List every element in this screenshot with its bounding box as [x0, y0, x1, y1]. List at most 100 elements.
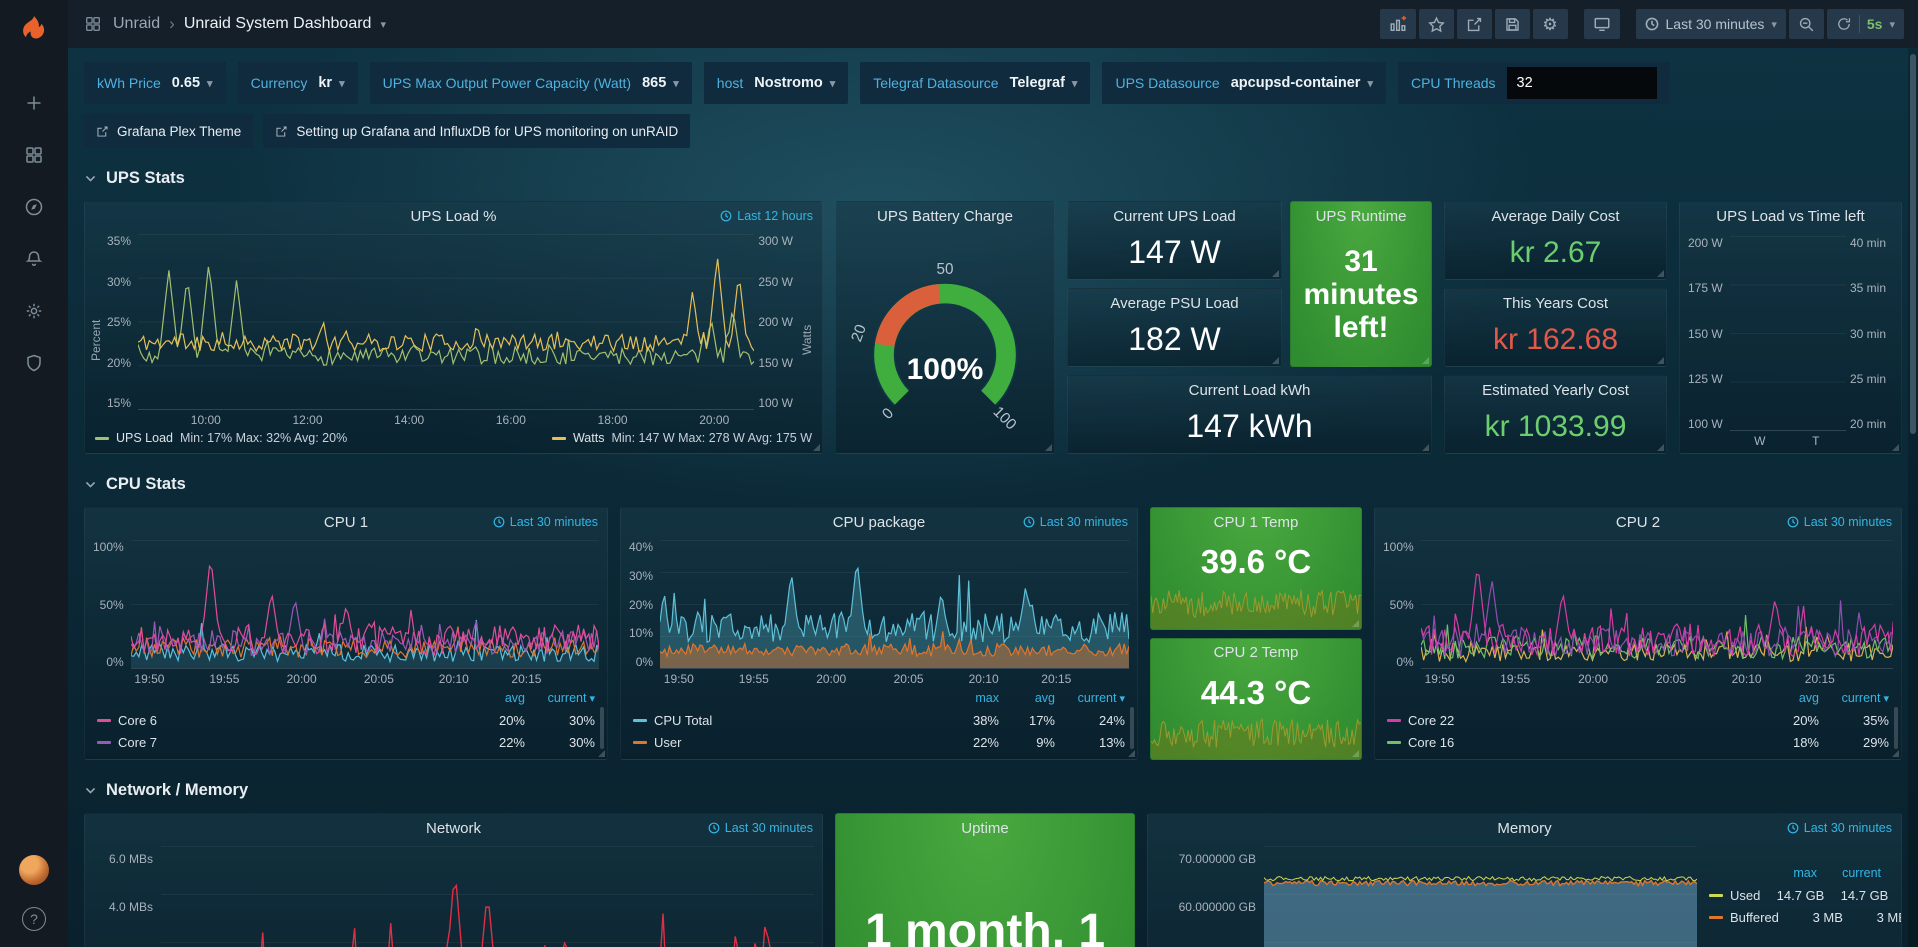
row-header-ups-stats[interactable]: UPS Stats [84, 163, 1902, 193]
create-plus-icon[interactable] [23, 92, 45, 114]
ups-load-chart[interactable] [138, 234, 754, 409]
legend-row[interactable]: Core 16 18% 29% [1387, 731, 1889, 753]
y-axis-left: 40% 30% 20% 10% 0% [625, 540, 660, 687]
panel-header[interactable]: UPS Battery Charge [836, 202, 1054, 230]
panel-header[interactable]: UPS Load % Last 12 hours [85, 202, 822, 230]
cpu1-chart[interactable] [131, 540, 599, 668]
panel-uptime: Uptime 1 month, 1 [835, 813, 1135, 947]
save-button[interactable] [1495, 9, 1530, 39]
ups-cost-cluster: Average Daily Cost kr 2.67 This Years Co… [1444, 201, 1667, 454]
y-axis-title-right: Watts [800, 234, 814, 428]
legend: max avg current▾ CPU Total 38% 17% 24% U… [621, 687, 1137, 759]
panel-header[interactable]: CPU 2 Last 30 minutes [1375, 508, 1901, 536]
panel-timerange-badge[interactable]: Last 12 hours [720, 209, 813, 223]
dashboards-icon[interactable] [23, 144, 45, 166]
variable-ups-datasource[interactable]: UPS Datasource apcupsd-container▾ [1102, 62, 1386, 104]
legend-item[interactable]: UPS Load Min: 17% Max: 32% Avg: 20% [95, 431, 347, 445]
panel-header[interactable]: UPS Load vs Time left [1680, 202, 1901, 230]
panel-timerange-badge[interactable]: Last 30 minutes [1023, 515, 1128, 529]
legend-col-avg[interactable]: avg [455, 691, 525, 705]
cycle-view-button[interactable] [1584, 9, 1620, 39]
legend-scrollbar[interactable] [1130, 707, 1134, 749]
save-icon [1504, 16, 1521, 33]
panel-header[interactable]: This Years Cost [1445, 289, 1666, 317]
page-scrollbar-thumb[interactable] [1910, 54, 1916, 434]
panel-header[interactable]: Uptime [836, 814, 1134, 842]
network-chart[interactable] [161, 846, 814, 947]
cpu-package-chart[interactable] [660, 540, 1129, 668]
row-header-cpu-stats[interactable]: CPU Stats [84, 469, 1902, 499]
variable-ups-max-output[interactable]: UPS Max Output Power Capacity (Watt) 865… [370, 62, 692, 104]
legend-row[interactable]: Used 14.7 GB 14.7 GB [1709, 884, 1881, 906]
refresh-button[interactable]: 5s ▾ [1827, 9, 1904, 39]
panel-header[interactable]: Memory Last 30 minutes [1148, 814, 1901, 842]
configuration-gear-icon[interactable] [23, 300, 45, 322]
time-range-picker[interactable]: Last 30 minutes ▾ [1636, 9, 1786, 39]
panel-timerange-badge[interactable]: Last 30 minutes [708, 821, 813, 835]
legend-col-max[interactable]: max [933, 691, 999, 705]
chevron-down-icon[interactable]: ▾ [380, 18, 386, 31]
legend-row[interactable]: User 22% 9% 13% [633, 731, 1125, 753]
legend-col-max[interactable]: max [1753, 866, 1817, 880]
panel-header[interactable]: Average PSU Load [1068, 289, 1281, 317]
legend-scrollbar[interactable] [600, 707, 604, 749]
legend-col-current[interactable]: current▾ [1055, 691, 1125, 705]
share-button[interactable] [1457, 9, 1492, 39]
panel-header[interactable]: CPU 2 Temp [1151, 639, 1361, 667]
variable-currency[interactable]: Currency kr▾ [238, 62, 358, 104]
cpu-threads-input[interactable] [1507, 67, 1657, 99]
legend-col-current[interactable]: current [1817, 866, 1881, 880]
panel-timerange-badge[interactable]: Last 30 minutes [1787, 821, 1892, 835]
dashboard-settings-button[interactable]: ⚙ [1533, 9, 1568, 39]
legend-row[interactable]: Core 7 22% 30% [97, 731, 595, 753]
legend-row[interactable]: CPU Total 38% 17% 24% [633, 709, 1125, 731]
dashboard-grid-icon[interactable] [82, 13, 104, 35]
panel-header[interactable]: Average Daily Cost [1445, 202, 1666, 230]
panel-header[interactable]: Current UPS Load [1068, 202, 1281, 230]
variable-telegraf-datasource[interactable]: Telegraf Datasource Telegraf▾ [860, 62, 1090, 104]
legend-row[interactable]: Core 22 20% 35% [1387, 709, 1889, 731]
panel-header[interactable]: Current Load kWh [1068, 376, 1431, 404]
legend-row[interactable]: Buffered 3 MB 3 MB [1709, 906, 1881, 928]
legend-row[interactable]: Core 6 20% 30% [97, 709, 595, 731]
user-avatar[interactable] [19, 855, 49, 885]
panel-header[interactable]: Estimated Yearly Cost [1445, 376, 1666, 404]
memory-chart[interactable] [1264, 846, 1697, 947]
sort-caret-icon: ▾ [589, 692, 595, 705]
server-admin-shield-icon[interactable] [23, 352, 45, 374]
panel-header[interactable]: UPS Runtime [1291, 202, 1431, 230]
cpu2-chart[interactable] [1421, 540, 1893, 668]
variable-host[interactable]: host Nostromo▾ [704, 62, 848, 104]
stat-value: kr 2.67 [1445, 230, 1666, 279]
legend-col-current[interactable]: current▾ [1819, 691, 1889, 705]
legend-col-current[interactable]: current▾ [525, 691, 595, 705]
panel-header[interactable]: CPU 1 Temp [1151, 508, 1361, 536]
legend-item[interactable]: Watts Min: 147 W Max: 278 W Avg: 175 W [552, 431, 812, 445]
panel-header[interactable]: Network Last 30 minutes [85, 814, 822, 842]
grafana-logo[interactable] [15, 12, 53, 50]
panel-timerange-badge[interactable]: Last 30 minutes [493, 515, 598, 529]
panel-timerange-badge[interactable]: Last 30 minutes [1787, 515, 1892, 529]
star-button[interactable] [1419, 9, 1454, 39]
panel-header[interactable]: CPU package Last 30 minutes [621, 508, 1137, 536]
plot-area [660, 540, 1129, 669]
variable-kwh-price[interactable]: kWh Price 0.65▾ [84, 62, 226, 104]
chevron-down-icon [84, 478, 97, 491]
link-grafana-plex-theme[interactable]: Grafana Plex Theme [84, 114, 253, 148]
breadcrumb-folder[interactable]: Unraid [113, 15, 160, 33]
link-ups-monitoring-guide[interactable]: Setting up Grafana and InfluxDB for UPS … [263, 114, 690, 148]
panel-ups-load: UPS Load % Last 12 hours Percent 35% 30%… [84, 201, 823, 454]
explore-compass-icon[interactable] [23, 196, 45, 218]
legend-scrollbar[interactable] [1894, 707, 1898, 749]
row-header-network-memory[interactable]: Network / Memory [84, 775, 1902, 805]
breadcrumb-dashboard-title[interactable]: Unraid System Dashboard [184, 15, 372, 33]
legend-col-avg[interactable]: avg [1749, 691, 1819, 705]
panel-header[interactable]: CPU 1 Last 30 minutes [85, 508, 607, 536]
legend-col-avg[interactable]: avg [999, 691, 1055, 705]
add-panel-button[interactable] [1380, 9, 1416, 39]
alerting-bell-icon[interactable] [23, 248, 45, 270]
y-axis-left: 100% 50% 0% [1379, 540, 1421, 687]
zoom-out-button[interactable] [1789, 9, 1824, 39]
x-axis: 19:50 19:55 20:00 20:05 20:10 20:15 [131, 669, 599, 687]
help-icon[interactable]: ? [22, 907, 46, 931]
